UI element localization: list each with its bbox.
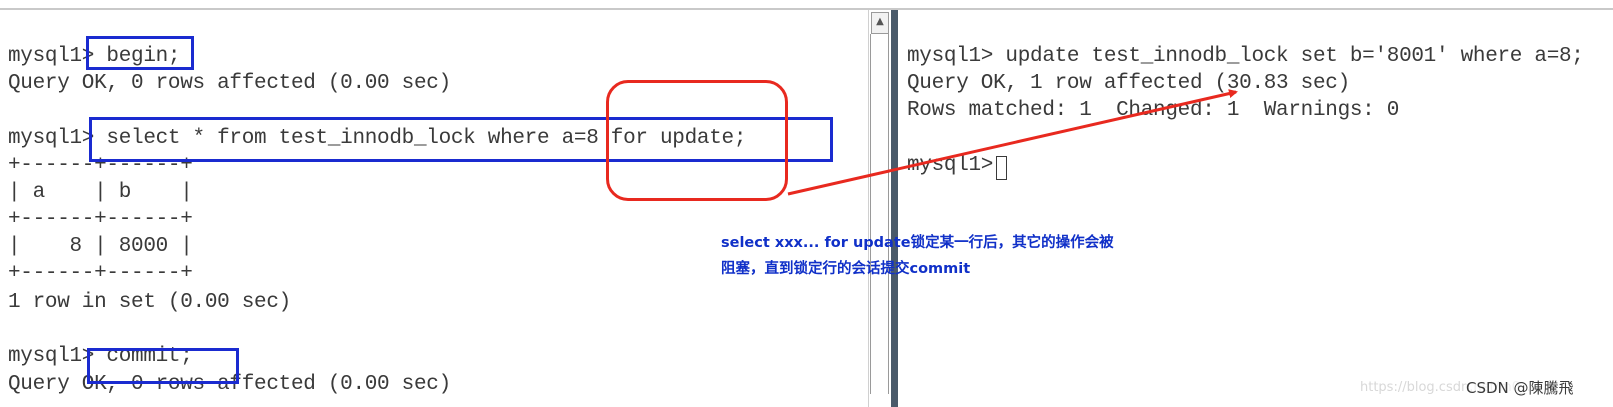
terminal-cursor [996, 156, 1007, 180]
terminal-line: Query OK, 1 row affected (30.83 sec) [907, 72, 1350, 95]
pane-divider[interactable] [891, 10, 898, 407]
begin-highlight-box [86, 36, 194, 70]
annotation-line-1: select xxx... for update锁定某一行后，其它的操作会被 [721, 235, 1114, 251]
terminal-line: +------+------+ [8, 262, 193, 285]
terminal-line: | 8 | 8000 | [8, 235, 193, 258]
for-update-callout [606, 80, 788, 201]
terminal-line: | a | b | [8, 181, 193, 204]
annotation-line-2: 阻塞，直到锁定行的会话提交commit [721, 261, 971, 277]
terminal-line: Rows matched: 1 Changed: 1 Warnings: 0 [907, 99, 1400, 122]
terminal-line: 1 row in set (0.00 sec) [8, 291, 291, 314]
terminal-line: +------+------+ [8, 208, 193, 231]
terminal-line: mysql1> [907, 154, 1006, 177]
commit-highlight-box [87, 348, 239, 384]
right-terminal-pane[interactable]: mysql1> update test_innodb_lock set b='8… [899, 10, 1613, 407]
terminal-line: Query OK, 0 rows affected (0.00 sec) [8, 72, 451, 95]
scroll-track-edge [888, 34, 889, 394]
csdn-watermark: CSDN @陳騰飛 [1466, 377, 1574, 398]
scroll-up-icon[interactable]: ▲ [871, 12, 889, 34]
scroll-track-edge [870, 34, 871, 394]
terminal-line: mysql1> update test_innodb_lock set b='8… [907, 45, 1584, 68]
left-pane-scrollbar[interactable]: ▲ [868, 10, 891, 407]
